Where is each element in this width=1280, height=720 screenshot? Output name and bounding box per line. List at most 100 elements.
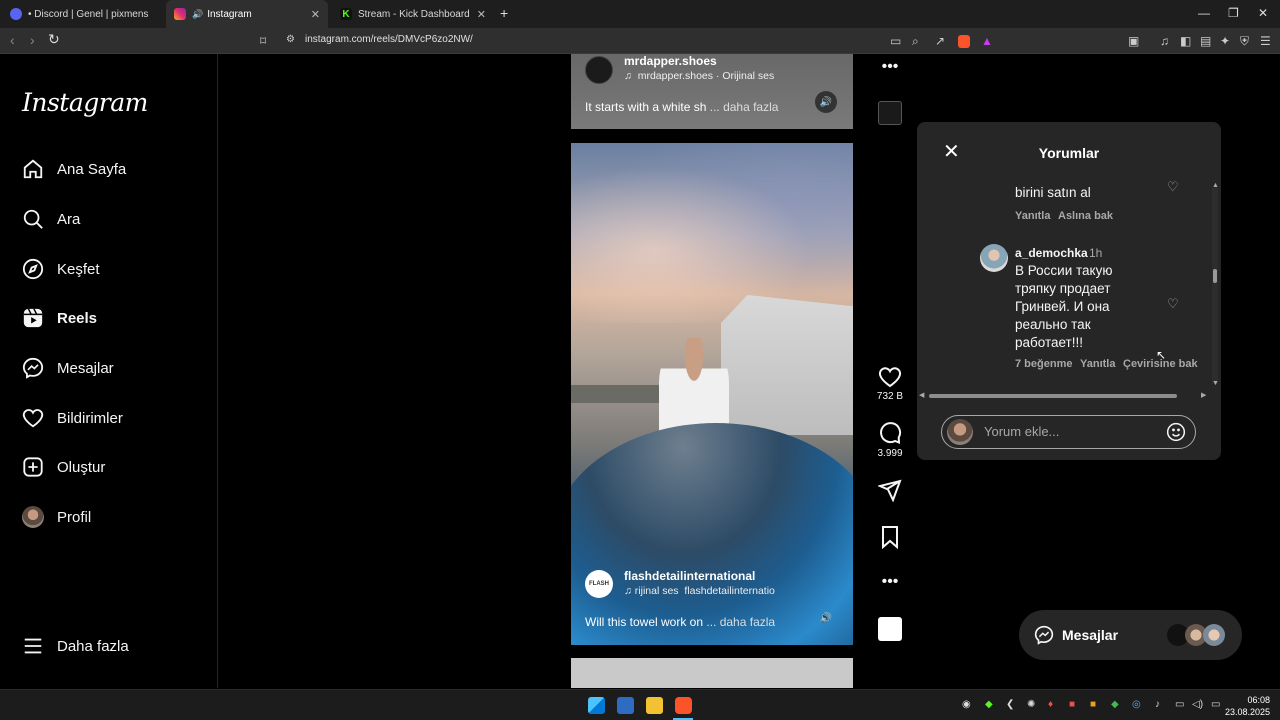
compass-icon <box>22 258 44 280</box>
more-link[interactable]: ... daha fazla <box>706 615 775 629</box>
tray-app-icon[interactable]: ✺ <box>1027 699 1035 710</box>
audio-thumbnail[interactable] <box>878 617 902 641</box>
reel-card-previous[interactable]: mrdapper.shoes ♫ mrdapper.shoes · Orijin… <box>571 54 853 129</box>
forward-icon[interactable]: › <box>30 32 35 48</box>
volume-button[interactable]: 🔊 <box>815 91 837 113</box>
sidebar-item-explore[interactable]: Keşfet <box>22 255 100 283</box>
sidebar-item-home[interactable]: Ana Sayfa <box>22 155 126 183</box>
start-icon[interactable] <box>588 697 605 714</box>
close-tab-icon[interactable]: ✕ <box>311 8 320 21</box>
sidebar-item-more[interactable]: Daha fazla <box>22 632 129 660</box>
reel-username[interactable]: flashdetailinternational <box>624 569 755 583</box>
tray-app-icon[interactable]: ■ <box>1069 699 1075 710</box>
scroll-up-icon[interactable]: ▲ <box>1212 182 1219 189</box>
tray-app-icon[interactable]: ◆ <box>985 699 993 710</box>
more-link[interactable]: ... daha fazla <box>710 100 779 114</box>
reel-card-next[interactable] <box>571 658 853 688</box>
reel-user-avatar[interactable]: FLASH <box>585 570 613 598</box>
minimize-button[interactable]: — <box>1198 6 1210 20</box>
reel-video[interactable]: FLASH flashdetailinternational ♫ rijinal… <box>571 143 853 645</box>
close-window-button[interactable]: ✕ <box>1258 6 1268 20</box>
sidebar-item-profile[interactable]: Profil <box>22 503 91 531</box>
comment-like-count[interactable]: 7 beğenme <box>1015 358 1072 370</box>
more-options-icon[interactable]: ••• <box>877 58 903 76</box>
comment-text: реально так <box>1015 317 1091 332</box>
comment-username[interactable]: a_demochka <box>1015 246 1088 260</box>
tray-app-icon[interactable]: ◉ <box>962 699 971 710</box>
sidebar-item-label: Reels <box>57 309 98 327</box>
leo-icon[interactable]: ✦ <box>1220 34 1230 48</box>
comment-like-icon[interactable]: ♡ <box>1167 179 1179 195</box>
brave-shield-icon[interactable] <box>958 35 970 48</box>
brave-browser-icon[interactable] <box>675 697 692 714</box>
sidebar-item-search[interactable]: Ara <box>22 205 80 233</box>
comment-like-icon[interactable]: ♡ <box>1167 296 1179 312</box>
see-original-button[interactable]: Aslına bak <box>1058 210 1113 222</box>
volume-button[interactable]: 🔊 <box>815 607 837 629</box>
reader-icon[interactable]: ▣ <box>1128 34 1139 48</box>
reel-username[interactable]: mrdapper.shoes <box>624 54 717 68</box>
share-icon[interactable]: ↗ <box>935 34 945 48</box>
microphone-icon[interactable]: ♪ <box>1155 699 1160 710</box>
tab-kick[interactable]: K Stream - Kick Dashboard ✕ <box>332 0 494 28</box>
tab-title: Instagram <box>207 8 252 20</box>
tray-app-icon[interactable]: ❮ <box>1006 699 1014 710</box>
tray-app-icon[interactable]: ♦ <box>1048 699 1053 710</box>
close-tab-icon[interactable]: ✕ <box>477 8 486 21</box>
tab-instagram[interactable]: 🔊 Instagram ✕ <box>166 0 328 28</box>
tray-app-icon[interactable]: ◆ <box>1111 699 1119 710</box>
back-icon[interactable]: ‹ <box>10 32 15 48</box>
scroll-down-icon[interactable]: ▼ <box>1212 380 1219 387</box>
reload-icon[interactable]: ↻ <box>48 31 60 48</box>
reel-audio[interactable]: ♫ rijinal ses flashdetailinternatio <box>624 585 836 597</box>
menu-icon[interactable]: ☰ <box>1260 34 1271 48</box>
comment-input[interactable] <box>984 424 1154 439</box>
cast-icon[interactable]: ▭ <box>890 34 901 48</box>
reel-audio[interactable]: ♫ mrdapper.shoes · Orijinal ses <box>624 70 774 82</box>
system-clock[interactable]: 06:08 23.08.2025 <box>1225 694 1270 718</box>
plus-square-icon <box>22 456 44 478</box>
sidebar-item-create[interactable]: Oluştur <box>22 453 105 481</box>
comments-horizontal-scrollbar[interactable] <box>929 394 1177 398</box>
tab-discord[interactable]: • Discord | Genel | pixmens <box>2 0 166 28</box>
save-button[interactable] <box>877 525 903 549</box>
wallet-icon[interactable]: ▤ <box>1200 34 1211 48</box>
gallery-icon[interactable] <box>617 697 634 714</box>
share-button[interactable] <box>877 478 903 502</box>
sidebar-toggle-icon[interactable]: ◧ <box>1180 34 1191 48</box>
browser-tab-bar: • Discord | Genel | pixmens 🔊 Instagram … <box>0 0 1280 28</box>
maximize-button[interactable]: ❐ <box>1228 6 1239 20</box>
tray-app-icon[interactable]: ◎ <box>1132 699 1141 710</box>
zoom-icon[interactable]: ⌕ <box>912 34 919 49</box>
reply-button[interactable]: Yanıtla <box>1015 210 1050 222</box>
reply-button[interactable]: Yanıtla <box>1080 358 1115 370</box>
emoji-button[interactable] <box>1166 422 1186 447</box>
instagram-logo[interactable]: Instagram <box>22 88 148 117</box>
audio-thumbnail[interactable] <box>878 101 902 125</box>
scroll-left-icon[interactable]: ◀ <box>919 391 924 399</box>
messages-pill-button[interactable]: Mesajlar <box>1019 610 1242 660</box>
url-field[interactable]: instagram.com/reels/DMVcP6zo2NW/ <box>305 34 473 45</box>
comment-button[interactable] <box>877 421 903 445</box>
sidebar-item-reels[interactable]: Reels <box>22 304 97 332</box>
rewards-icon[interactable]: ▲ <box>981 34 993 48</box>
new-tab-button[interactable]: + <box>500 5 508 21</box>
commenter-avatar[interactable] <box>980 244 1008 272</box>
reel-user-avatar[interactable] <box>585 56 613 84</box>
like-button[interactable] <box>877 365 903 389</box>
site-info-icon[interactable]: ⚙ <box>286 34 295 45</box>
volume-icon[interactable]: ◁) <box>1192 699 1203 710</box>
battery-icon[interactable]: ▭ <box>1211 699 1220 710</box>
scroll-right-icon[interactable]: ▶ <box>1201 391 1206 399</box>
network-icon[interactable]: ▭ <box>1175 699 1184 710</box>
tray-app-icon[interactable]: ■ <box>1090 699 1096 710</box>
bookmark-icon[interactable]: ⌑ <box>260 34 266 48</box>
comments-scrollbar[interactable] <box>1212 188 1218 384</box>
music-icon[interactable]: ♫ <box>1160 34 1169 48</box>
sidebar-item-notifications[interactable]: Bildirimler <box>22 404 123 432</box>
vpn-icon[interactable]: ⛨ <box>1240 34 1249 49</box>
file-explorer-icon[interactable] <box>646 697 663 714</box>
more-options-icon[interactable]: ••• <box>877 573 903 591</box>
sidebar-item-messages[interactable]: Mesajlar <box>22 354 114 382</box>
comments-scroll-thumb[interactable] <box>1213 269 1217 283</box>
